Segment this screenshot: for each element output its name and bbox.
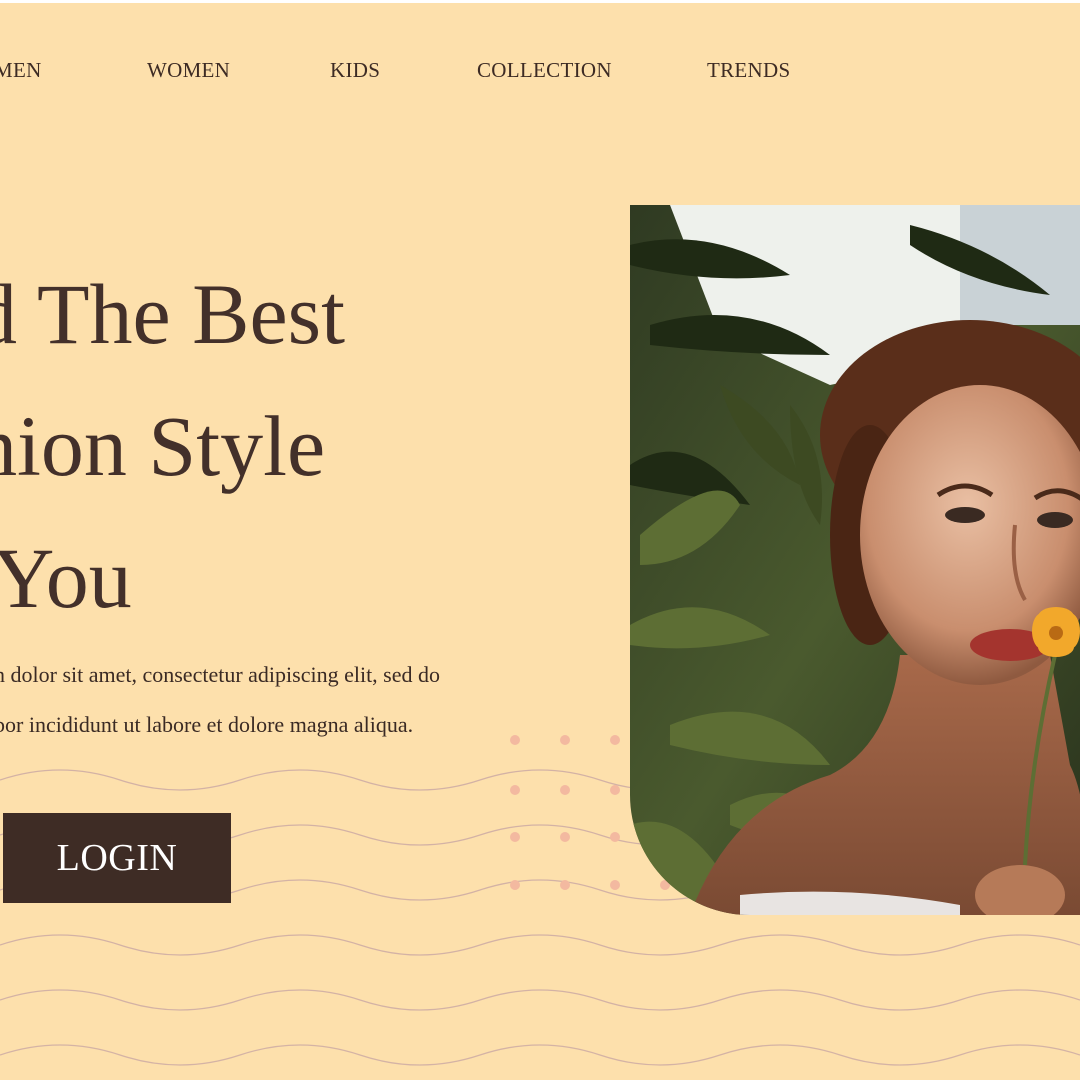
hero-title-line: You bbox=[0, 530, 132, 626]
nav-item-men[interactable]: MEN bbox=[0, 58, 42, 83]
hero-title: d The Best hion Style You bbox=[0, 248, 494, 644]
nav-item-kids[interactable]: KIDS bbox=[330, 58, 380, 83]
woman-portrait-image bbox=[630, 205, 1080, 915]
hero-title-line: hion Style bbox=[0, 398, 326, 494]
hero-description: n dolor sit amet, consectetur adipiscing… bbox=[0, 650, 614, 750]
hero-description-line: n dolor sit amet, consectetur adipiscing… bbox=[0, 662, 441, 687]
hero-photo bbox=[630, 205, 1080, 915]
hero-description-line: por incididunt ut labore et dolore magna… bbox=[0, 712, 414, 737]
nav-item-trends[interactable]: TRENDS bbox=[707, 58, 790, 83]
nav-item-women[interactable]: WOMEN bbox=[147, 58, 230, 83]
main-nav: MEN WOMEN KIDS COLLECTION TRENDS bbox=[0, 58, 1080, 86]
login-button[interactable]: LOGIN bbox=[3, 813, 231, 903]
hero-title-line: d The Best bbox=[0, 266, 346, 362]
top-border bbox=[0, 0, 1080, 3]
nav-item-collection[interactable]: COLLECTION bbox=[477, 58, 612, 83]
